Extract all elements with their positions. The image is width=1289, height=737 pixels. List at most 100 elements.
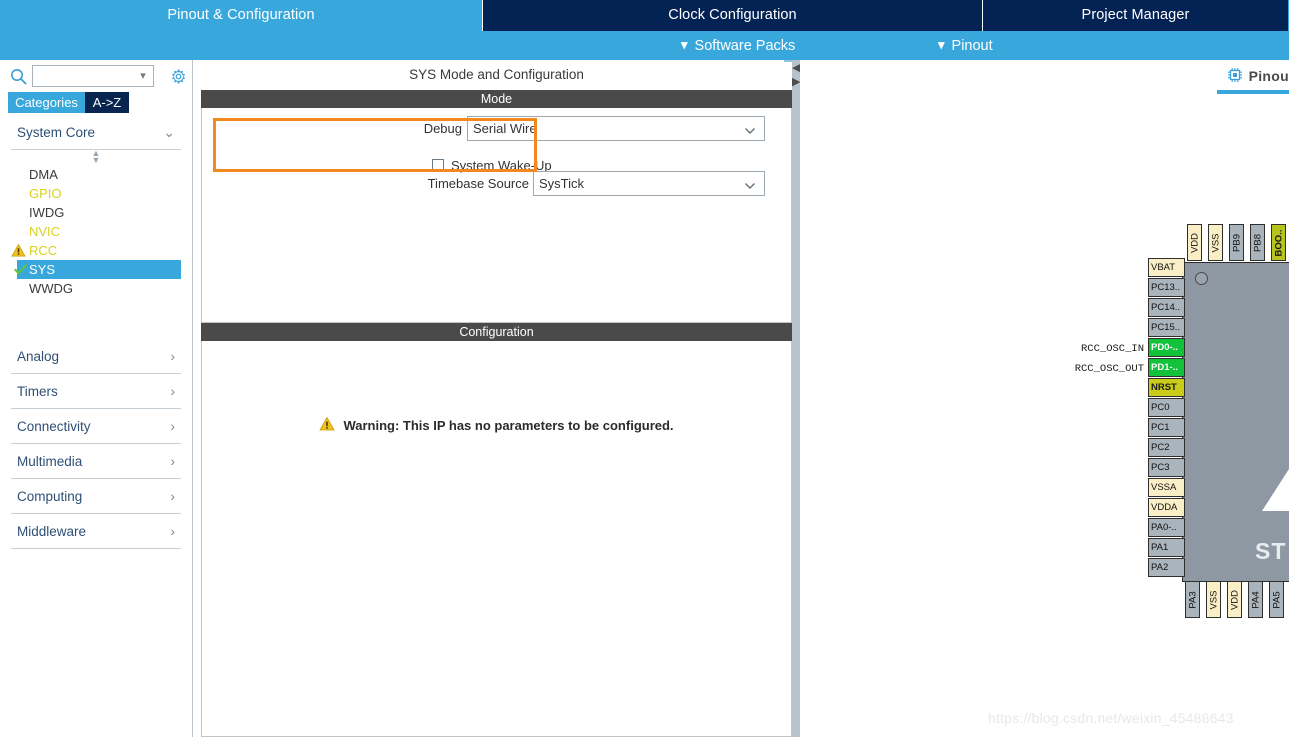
pin-bottom-2-label: VDD (1229, 589, 1240, 610)
category-middleware[interactable]: Middleware › (11, 514, 181, 549)
pin-left-12[interactable]: VDDA (1148, 498, 1185, 517)
pin-left-1[interactable]: PC13.. (1148, 278, 1185, 297)
pin-left-5-label: PD1-.. (1151, 362, 1178, 373)
panel-splitter[interactable]: ◀ ▶ (792, 60, 800, 737)
warning-triangle-icon (11, 243, 26, 258)
collapse-right-icon[interactable]: ▶ (792, 76, 800, 88)
pin-left-6[interactable]: NRST (1148, 378, 1185, 397)
pin-left-13[interactable]: PA0-.. (1148, 518, 1185, 537)
tab-categories[interactable]: Categories (8, 92, 85, 113)
pin-left-11[interactable]: VSSA (1148, 478, 1185, 497)
collapse-left-icon[interactable]: ◀ (792, 62, 800, 74)
pin-top-2-label: PB9 (1231, 233, 1242, 252)
pin-bottom-2[interactable]: VDD (1227, 581, 1242, 618)
pin-top-0[interactable]: VDD (1187, 224, 1202, 261)
signal-label-rcc-osc-out: RCC_OSC_OUT (1074, 363, 1144, 375)
timebase-select[interactable]: SysTick (533, 171, 765, 196)
chevron-right-icon: › (170, 383, 175, 399)
search-input[interactable] (35, 67, 135, 85)
tree-item-iwdg[interactable]: IWDG (0, 203, 192, 222)
pin-left-9[interactable]: PC2 (1148, 438, 1185, 457)
pin-top-1[interactable]: VSS (1208, 224, 1223, 261)
warning-triangle-icon (319, 416, 336, 435)
configuration-section-header: Configuration (201, 323, 792, 341)
category-timers[interactable]: Timers › (11, 374, 181, 409)
chevron-down-icon (744, 124, 756, 134)
chevron-down-icon: ⌄ (163, 124, 175, 140)
tree-scroll-up-spinner[interactable]: ▲ ▼ (0, 149, 192, 165)
pin-left-2[interactable]: PC14.. (1148, 298, 1185, 317)
category-multimedia[interactable]: Multimedia › (11, 444, 181, 479)
category-system-core[interactable]: System Core ⌄ (11, 115, 181, 150)
category-computing-label: Computing (17, 488, 83, 504)
tree-item-nvic[interactable]: NVIC (0, 222, 192, 241)
tab-pinout-configuration-label: Pinout & Configuration (167, 7, 315, 23)
tree-item-dma[interactable]: DMA (0, 165, 192, 184)
debug-field-row: Debug Serial Wire (202, 116, 791, 141)
tab-project-manager[interactable]: Project Manager (982, 0, 1288, 31)
system-core-item-list: DMA GPIO IWDG NVIC RCC SYS WWDG (0, 164, 192, 298)
pin-top-3[interactable]: PB8 (1250, 224, 1265, 261)
pin-top-4-label: BOO.. (1273, 229, 1284, 256)
configuration-section-body: Warning: This IP has no parameters to be… (201, 341, 792, 737)
tree-item-rcc[interactable]: RCC (0, 241, 192, 260)
ip-tree-panel: ▾ Categories A->Z System Core ⌄ ▲▼ DMA (0, 60, 193, 737)
tree-item-sys[interactable]: SYS (14, 260, 181, 279)
chevron-down-icon (744, 179, 756, 189)
tab-clock-configuration[interactable]: Clock Configuration (482, 0, 982, 31)
pin-left-9-label: PC2 (1151, 442, 1170, 453)
pin-left-14-label: PA1 (1151, 542, 1169, 553)
pin-left-14[interactable]: PA1 (1148, 538, 1185, 557)
pin-top-4[interactable]: BOO.. (1271, 224, 1286, 261)
pin-left-3-label: PC15.. (1151, 322, 1181, 333)
tree-item-wwdg[interactable]: WWDG (0, 279, 192, 298)
sub-tab-strip: ▾ Software Packs ▾ Pinout (0, 31, 1289, 60)
chevron-right-icon: › (170, 488, 175, 504)
tab-a-to-z[interactable]: A->Z (85, 92, 129, 113)
system-wakeup-checkbox[interactable] (432, 159, 444, 171)
tree-view-tabs: Categories A->Z (8, 92, 193, 113)
menu-pinout[interactable]: ▾ Pinout (938, 31, 993, 60)
pin-left-4[interactable]: PD0-.. (1148, 338, 1185, 357)
debug-select[interactable]: Serial Wire (467, 116, 765, 141)
category-system-core-label: System Core (17, 124, 96, 140)
mode-section-body: Debug Serial Wire System Wake-Up Timebas… (201, 108, 792, 323)
tree-item-gpio[interactable]: GPIO (0, 184, 192, 203)
search-combobox[interactable]: ▾ (32, 65, 154, 87)
pin-left-7[interactable]: PC0 (1148, 398, 1185, 417)
pin-bottom-3[interactable]: PA4 (1248, 581, 1263, 618)
pin-bottom-1[interactable]: VSS (1206, 581, 1221, 618)
menu-software-packs[interactable]: ▾ Software Packs (681, 31, 795, 60)
pin-left-15[interactable]: PA2 (1148, 558, 1185, 577)
pin-bottom-4[interactable]: PA5 (1269, 581, 1284, 618)
pin-left-0[interactable]: VBAT (1148, 258, 1185, 277)
pin-top-1-label: VSS (1210, 232, 1221, 253)
pin-left-8[interactable]: PC1 (1148, 418, 1185, 437)
tab-categories-label: Categories (15, 95, 78, 110)
pin-left-3[interactable]: PC15.. (1148, 318, 1185, 337)
pin-left-5[interactable]: PD1-.. (1148, 358, 1185, 377)
pin-left-8-label: PC1 (1151, 422, 1170, 433)
watermark-text: https://blog.csdn.net/weixin_45488643 (988, 710, 1234, 726)
pin-top-2[interactable]: PB9 (1229, 224, 1244, 261)
chevron-down-icon[interactable]: ▾ (137, 70, 149, 82)
category-computing[interactable]: Computing › (11, 479, 181, 514)
pin-left-12-label: VDDA (1151, 502, 1178, 513)
tree-item-nvic-label: NVIC (29, 224, 61, 239)
pin-left-10[interactable]: PC3 (1148, 458, 1185, 477)
tree-item-gpio-label: GPIO (29, 186, 62, 201)
tab-project-manager-label: Project Manager (1081, 7, 1190, 23)
gear-icon[interactable] (169, 67, 188, 86)
category-analog[interactable]: Analog › (11, 339, 181, 374)
category-middleware-label: Middleware (17, 523, 87, 539)
category-connectivity[interactable]: Connectivity › (11, 409, 181, 444)
category-connectivity-label: Connectivity (17, 418, 91, 434)
pin-left-15-label: PA2 (1151, 562, 1169, 573)
tree-item-wwdg-label: WWDG (29, 281, 74, 296)
pin-bottom-0[interactable]: PA3 (1185, 581, 1200, 618)
tree-item-dma-label: DMA (29, 167, 58, 182)
pin-left-0-label: VBAT (1151, 262, 1176, 273)
tab-pinout-configuration[interactable]: Pinout & Configuration (0, 0, 482, 31)
mode-section-header: Mode (201, 90, 792, 108)
